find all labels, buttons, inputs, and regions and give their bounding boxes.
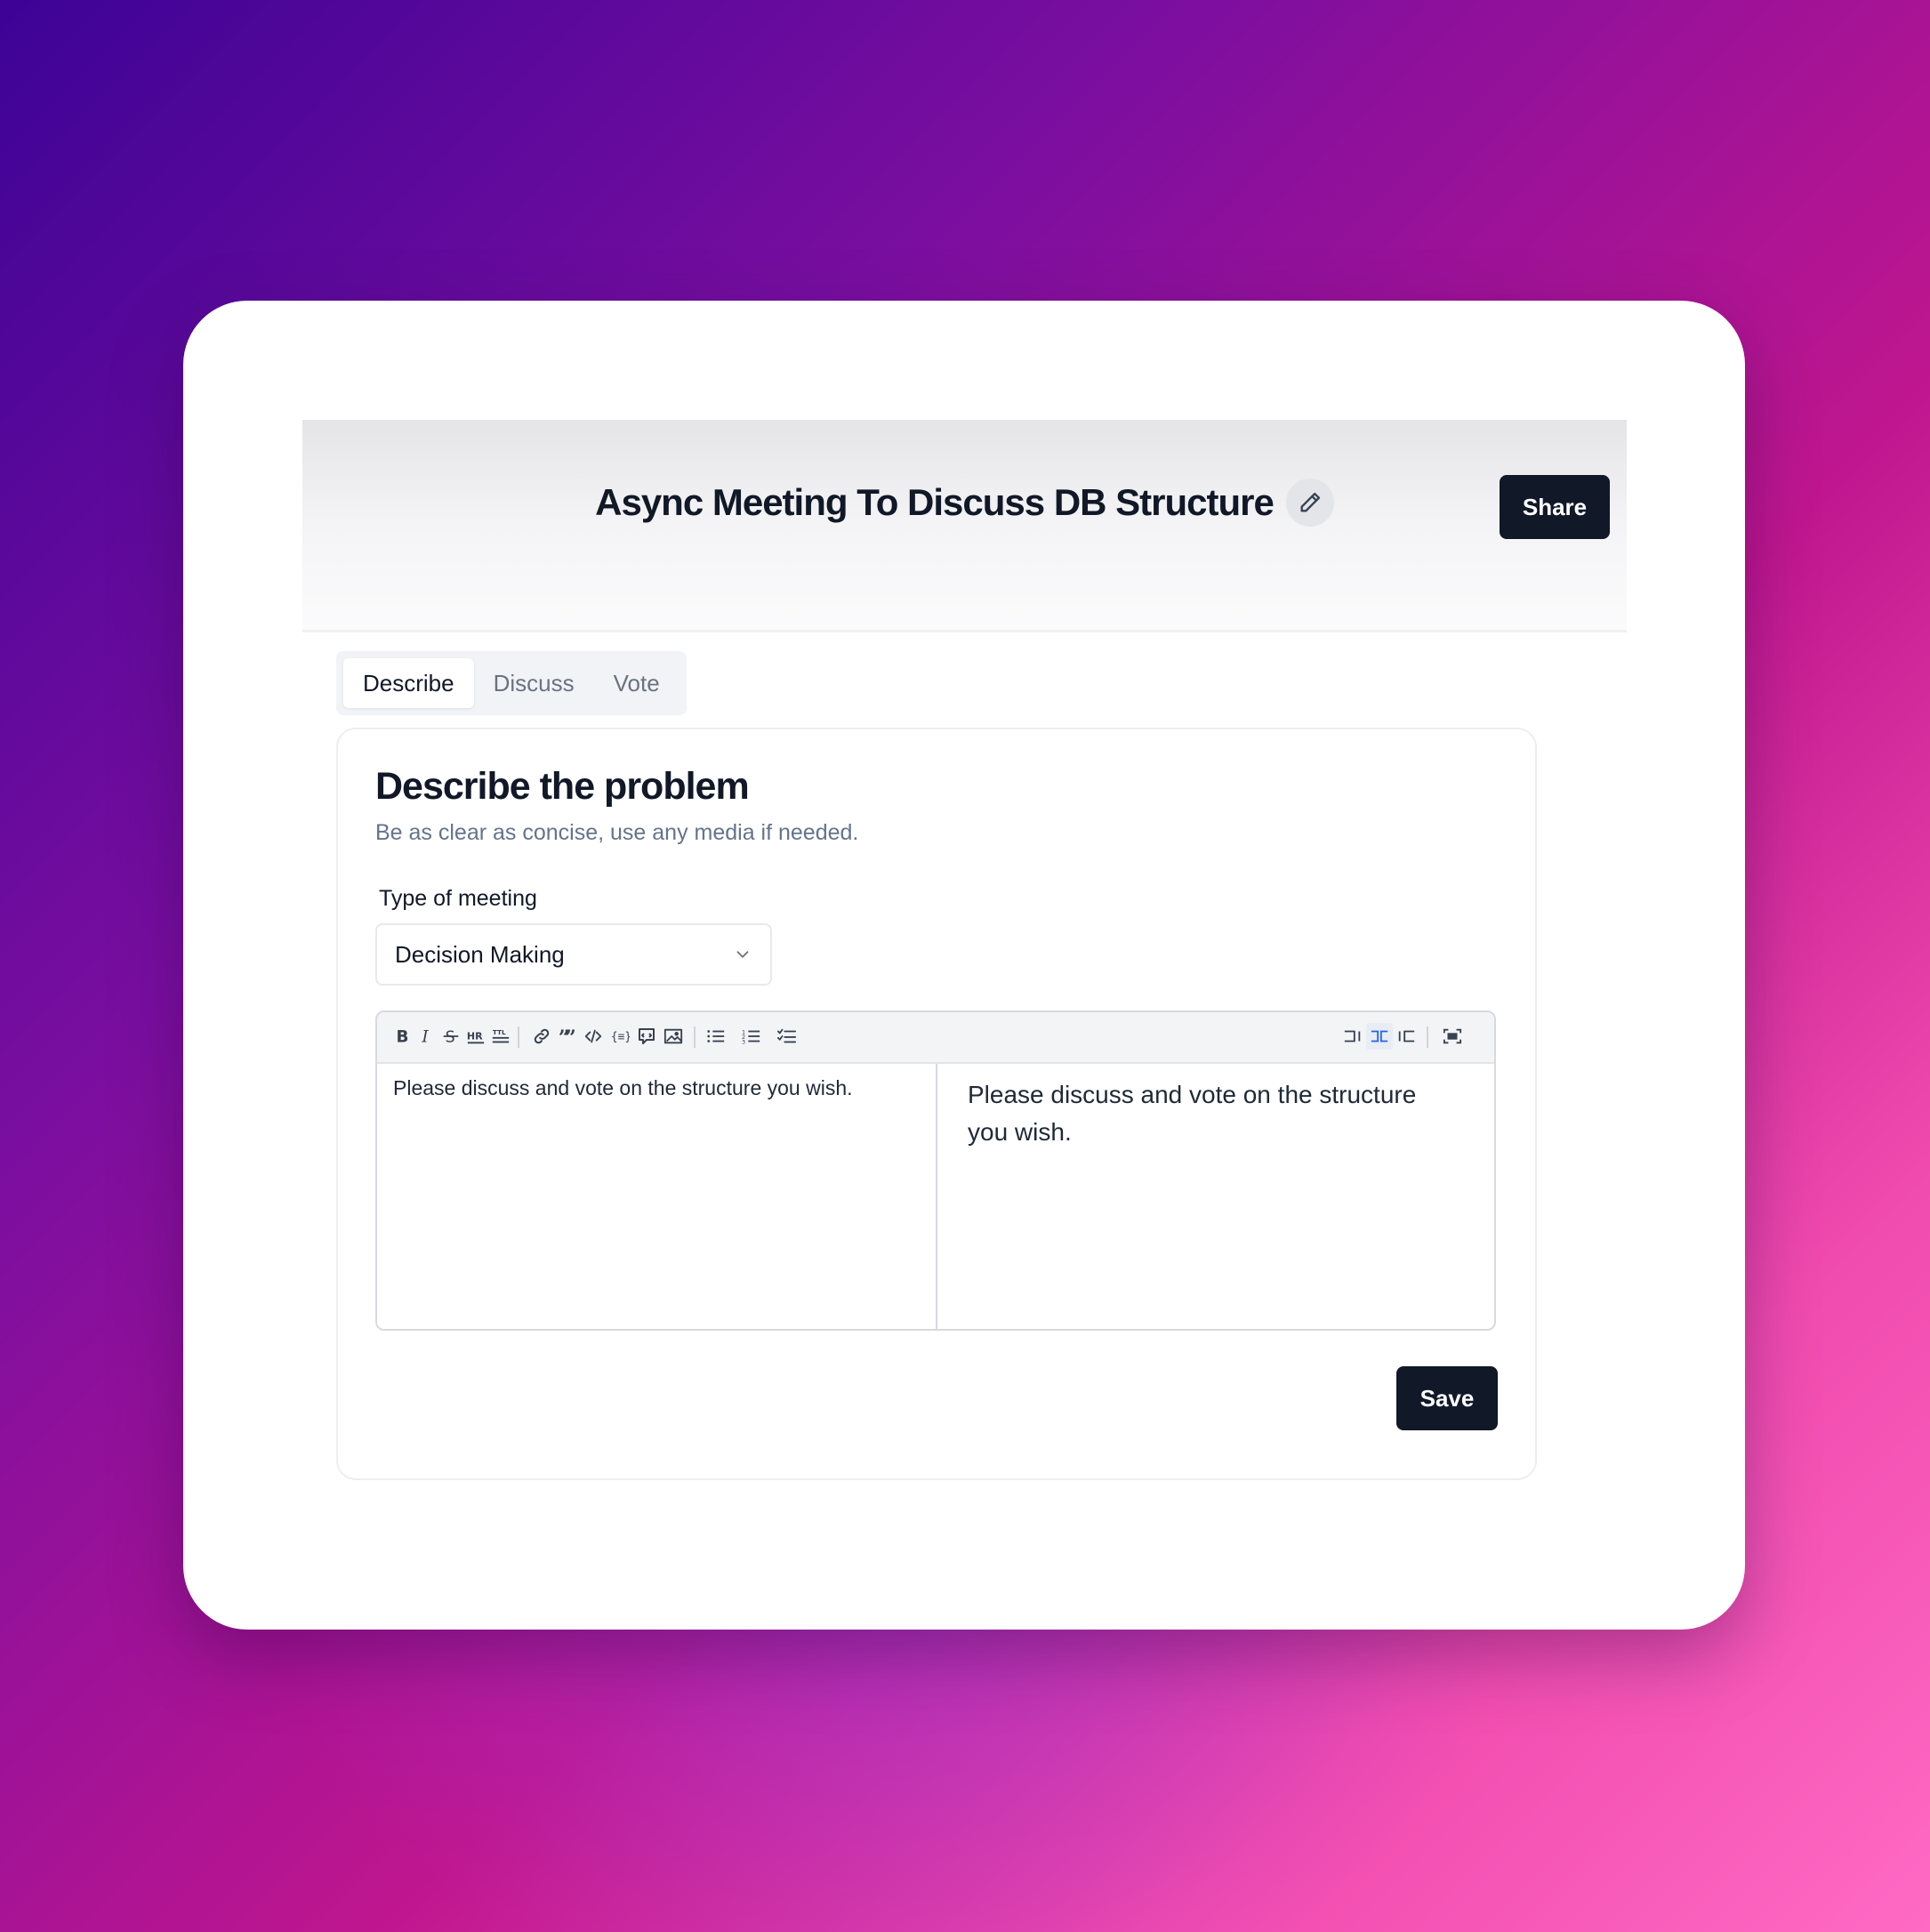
preview-mode-icon[interactable] xyxy=(1393,1023,1419,1050)
tab-vote[interactable]: Vote xyxy=(594,658,680,708)
svg-text:TTL: TTL xyxy=(493,1028,506,1036)
editor-preview-text: Please discuss and vote on the structure… xyxy=(968,1081,1417,1146)
svg-text:I: I xyxy=(421,1027,429,1046)
italic-icon[interactable]: I xyxy=(413,1023,439,1050)
svg-text:HR: HR xyxy=(467,1031,483,1042)
meeting-type-value: Decision Making xyxy=(395,940,565,968)
code-block-icon[interactable]: {≡} xyxy=(607,1023,633,1050)
meeting-page: Async Meeting To Discuss DB Structure Sh… xyxy=(302,420,1627,1514)
tab-bar: Describe Discuss Vote xyxy=(336,651,687,715)
svg-text:{≡}: {≡} xyxy=(611,1031,630,1044)
describe-panel: Describe the problem Be as clear as conc… xyxy=(336,728,1537,1480)
edit-title-button[interactable] xyxy=(1285,479,1334,527)
svg-text:3: 3 xyxy=(742,1038,745,1045)
title-row: Async Meeting To Discuss DB Structure xyxy=(302,473,1627,532)
meeting-title: Async Meeting To Discuss DB Structure xyxy=(595,481,1275,523)
meeting-type-select[interactable]: Decision Making xyxy=(375,923,772,986)
split-view-icon[interactable] xyxy=(1366,1023,1393,1050)
image-icon[interactable] xyxy=(660,1023,687,1050)
editor-preview-pane: Please discuss and vote on the structure… xyxy=(937,1064,1494,1329)
tab-discuss[interactable]: Discuss xyxy=(474,658,594,708)
tab-describe[interactable]: Describe xyxy=(343,658,474,708)
toolbar-divider xyxy=(1427,1026,1428,1048)
numbered-list-icon[interactable]: 123 xyxy=(738,1023,765,1050)
fullscreen-icon[interactable] xyxy=(1439,1023,1466,1050)
markdown-editor: B I S HR TTL ” ” {≡} 1 2 3 Please discus… xyxy=(375,1010,1496,1331)
quote-icon[interactable]: ”” xyxy=(553,1023,580,1050)
editor-source-pane[interactable]: Please discuss and vote on the structure… xyxy=(377,1064,937,1329)
code-icon[interactable] xyxy=(580,1023,607,1050)
save-button[interactable]: Save xyxy=(1396,1366,1498,1430)
pencil-icon xyxy=(1300,492,1320,512)
svg-text:B: B xyxy=(397,1027,409,1046)
toolbar-divider xyxy=(518,1026,519,1048)
heading-icon[interactable]: HR xyxy=(462,1023,489,1050)
chevron-down-icon xyxy=(736,951,749,958)
app-window: Async Meeting To Discuss DB Structure Sh… xyxy=(183,301,1745,1630)
link-icon[interactable] xyxy=(528,1023,555,1050)
page-header: Async Meeting To Discuss DB Structure Sh… xyxy=(302,420,1627,632)
meeting-type-label: Type of meeting xyxy=(379,886,537,911)
share-button[interactable]: Share xyxy=(1500,475,1610,539)
editor-toolbar: B I S HR TTL ” ” {≡} 1 2 3 xyxy=(377,1012,1494,1064)
panel-title: Describe the problem xyxy=(375,765,750,808)
heading-size-icon[interactable]: TTL xyxy=(487,1023,514,1050)
svg-text:”: ” xyxy=(565,1026,576,1046)
editor-source-text[interactable]: Please discuss and vote on the structure… xyxy=(393,1076,921,1100)
panel-subtitle: Be as clear as concise, use any media if… xyxy=(375,820,859,845)
edit-mode-icon[interactable] xyxy=(1339,1023,1366,1050)
toolbar-divider xyxy=(694,1026,696,1048)
comment-icon[interactable] xyxy=(633,1023,660,1050)
bold-icon[interactable]: B xyxy=(388,1023,414,1050)
bullet-list-icon[interactable] xyxy=(703,1023,729,1050)
strikethrough-icon[interactable]: S xyxy=(438,1023,464,1050)
svg-text:S: S xyxy=(446,1028,455,1046)
checklist-icon[interactable] xyxy=(774,1023,800,1050)
